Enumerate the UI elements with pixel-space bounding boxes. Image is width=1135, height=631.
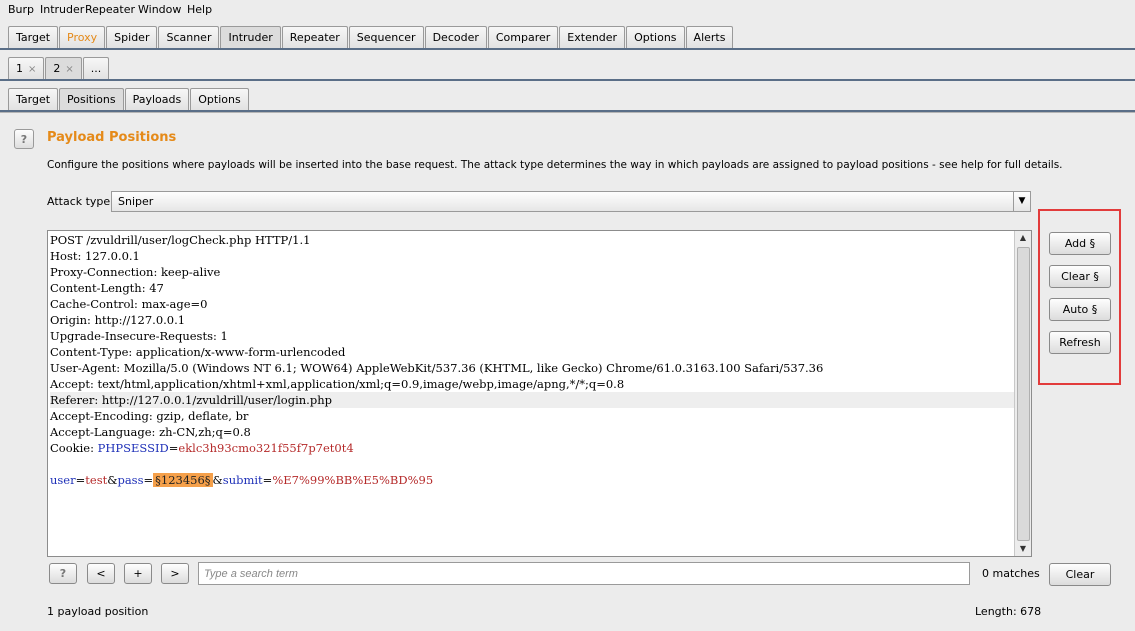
close-icon[interactable]: × [28,64,36,75]
request-line-current: Referer: http://127.0.0.1/zvuldrill/user… [50,392,1014,408]
panel-description: Configure the positions where payloads w… [47,159,1063,171]
request-line: POST /zvuldrill/user/logCheck.php HTTP/1… [50,233,311,247]
vertical-scrollbar[interactable]: ▲ ▼ [1014,231,1031,556]
menu-bar: Burp Intruder Repeater Window Help [0,0,1135,20]
cookie-value: eklc3h93cmo321f55f7p7et0t4 [178,441,354,455]
subtab-options[interactable]: Options [190,88,249,110]
subtab-payloads[interactable]: Payloads [124,88,190,110]
menu-burp[interactable]: Burp [8,3,34,16]
cookie-line: Cookie: PHPSESSID=eklc3h93cmo321f55f7p7e… [50,440,1014,456]
cookie-prefix: Cookie: [50,441,98,455]
new-attack-tab[interactable]: ... [82,57,110,79]
cookie-name: PHPSESSID [97,441,169,455]
request-line: Accept-Encoding: gzip, deflate, br [50,409,249,423]
tab-sequencer[interactable]: Sequencer [348,26,424,48]
search-options-button[interactable]: + [124,563,152,584]
cookie-eq: = [168,441,179,455]
close-icon[interactable]: × [65,64,73,75]
request-line: Accept-Language: zh-CN,zh;q=0.8 [50,425,251,439]
request-line: Accept: text/html,application/xhtml+xml,… [50,377,625,391]
tab-alerts[interactable]: Alerts [685,26,734,48]
param-name: submit [222,473,263,487]
search-help-icon[interactable]: ? [49,563,77,584]
param-eq: = [75,473,86,487]
refresh-button[interactable]: Refresh [1049,331,1111,354]
tab-divider [0,48,1135,50]
attack-type-value: Sniper [118,195,154,208]
auto-markers-button[interactable]: Auto § [1049,298,1111,321]
payload-position-marker[interactable]: §123456§ [153,473,213,487]
tab-extender[interactable]: Extender [559,26,626,48]
request-line: Upgrade-Insecure-Requests: 1 [50,329,228,343]
clear-search-button[interactable]: Clear [1049,563,1111,586]
request-length: Length: 678 [975,605,1042,618]
body-line: user=test&pass= §123456§ &submit=%E7%99%BB… [50,472,1014,488]
attack-type-label: Attack type: [47,195,114,208]
request-line: User-Agent: Mozilla/5.0 (Windows NT 6.1;… [50,361,824,375]
param-sep: & [107,473,118,487]
tab-options[interactable]: Options [626,26,685,48]
attack-tab-1[interactable]: 1 × [8,57,45,79]
search-prev-button[interactable]: < [87,563,115,584]
tab-divider [0,79,1135,81]
param-eq: = [262,473,273,487]
main-tab-bar: Target Proxy Spider Scanner Intruder Rep… [8,26,734,48]
request-line: Proxy-Connection: keep-alive [50,265,221,279]
menu-help[interactable]: Help [187,3,212,16]
scroll-up-icon[interactable]: ▲ [1015,231,1031,245]
attack-tab-bar: 1 × 2 × ... [8,57,110,79]
param-sep: & [212,473,223,487]
attack-tab-label: 1 [16,62,23,75]
request-line: Host: 127.0.0.1 [50,249,140,263]
page-title: Payload Positions [47,130,177,145]
attack-type-select[interactable]: Sniper ▼ [111,191,1031,212]
help-icon[interactable]: ? [14,129,34,149]
clear-markers-button[interactable]: Clear § [1049,265,1111,288]
param-value: %E7%99%BB%E5%BD%95 [272,473,434,487]
tab-decoder[interactable]: Decoder [424,26,487,48]
tab-intruder[interactable]: Intruder [220,26,281,48]
match-count: 0 matches [982,567,1040,580]
request-line: Content-Type: application/x-www-form-url… [50,345,346,359]
request-line: Content-Length: 47 [50,281,164,295]
param-value: test [85,473,108,487]
request-line: Origin: http://127.0.0.1 [50,313,186,327]
search-input[interactable] [198,562,970,585]
request-editor[interactable]: POST /zvuldrill/user/logCheck.php HTTP/1… [47,230,1032,557]
menu-repeater[interactable]: Repeater [85,3,135,16]
subtab-target[interactable]: Target [8,88,59,110]
param-name: pass [117,473,144,487]
attack-tab-label: 2 [53,62,61,75]
search-next-button[interactable]: > [161,563,189,584]
param-eq: = [143,473,154,487]
subtab-positions[interactable]: Positions [59,88,124,110]
tab-target[interactable]: Target [8,26,59,48]
payload-position-count: 1 payload position [47,605,149,618]
tab-repeater[interactable]: Repeater [281,26,348,48]
add-marker-button[interactable]: Add § [1049,232,1111,255]
sub-tab-bar: Target Positions Payloads Options [8,88,250,110]
tab-proxy[interactable]: Proxy [59,26,106,48]
tab-spider[interactable]: Spider [106,26,158,48]
request-text[interactable]: POST /zvuldrill/user/logCheck.php HTTP/1… [50,232,1014,488]
chevron-down-icon[interactable]: ▼ [1013,192,1030,211]
tab-comparer[interactable]: Comparer [487,26,559,48]
attack-tab-2[interactable]: 2 × [45,57,82,79]
tab-scanner[interactable]: Scanner [158,26,220,48]
scroll-down-icon[interactable]: ▼ [1015,542,1031,556]
menu-window[interactable]: Window [138,3,181,16]
menu-intruder[interactable]: Intruder [40,3,84,16]
scroll-thumb[interactable] [1017,247,1030,541]
request-line: Cache-Control: max-age=0 [50,297,208,311]
param-name: user [50,473,76,487]
